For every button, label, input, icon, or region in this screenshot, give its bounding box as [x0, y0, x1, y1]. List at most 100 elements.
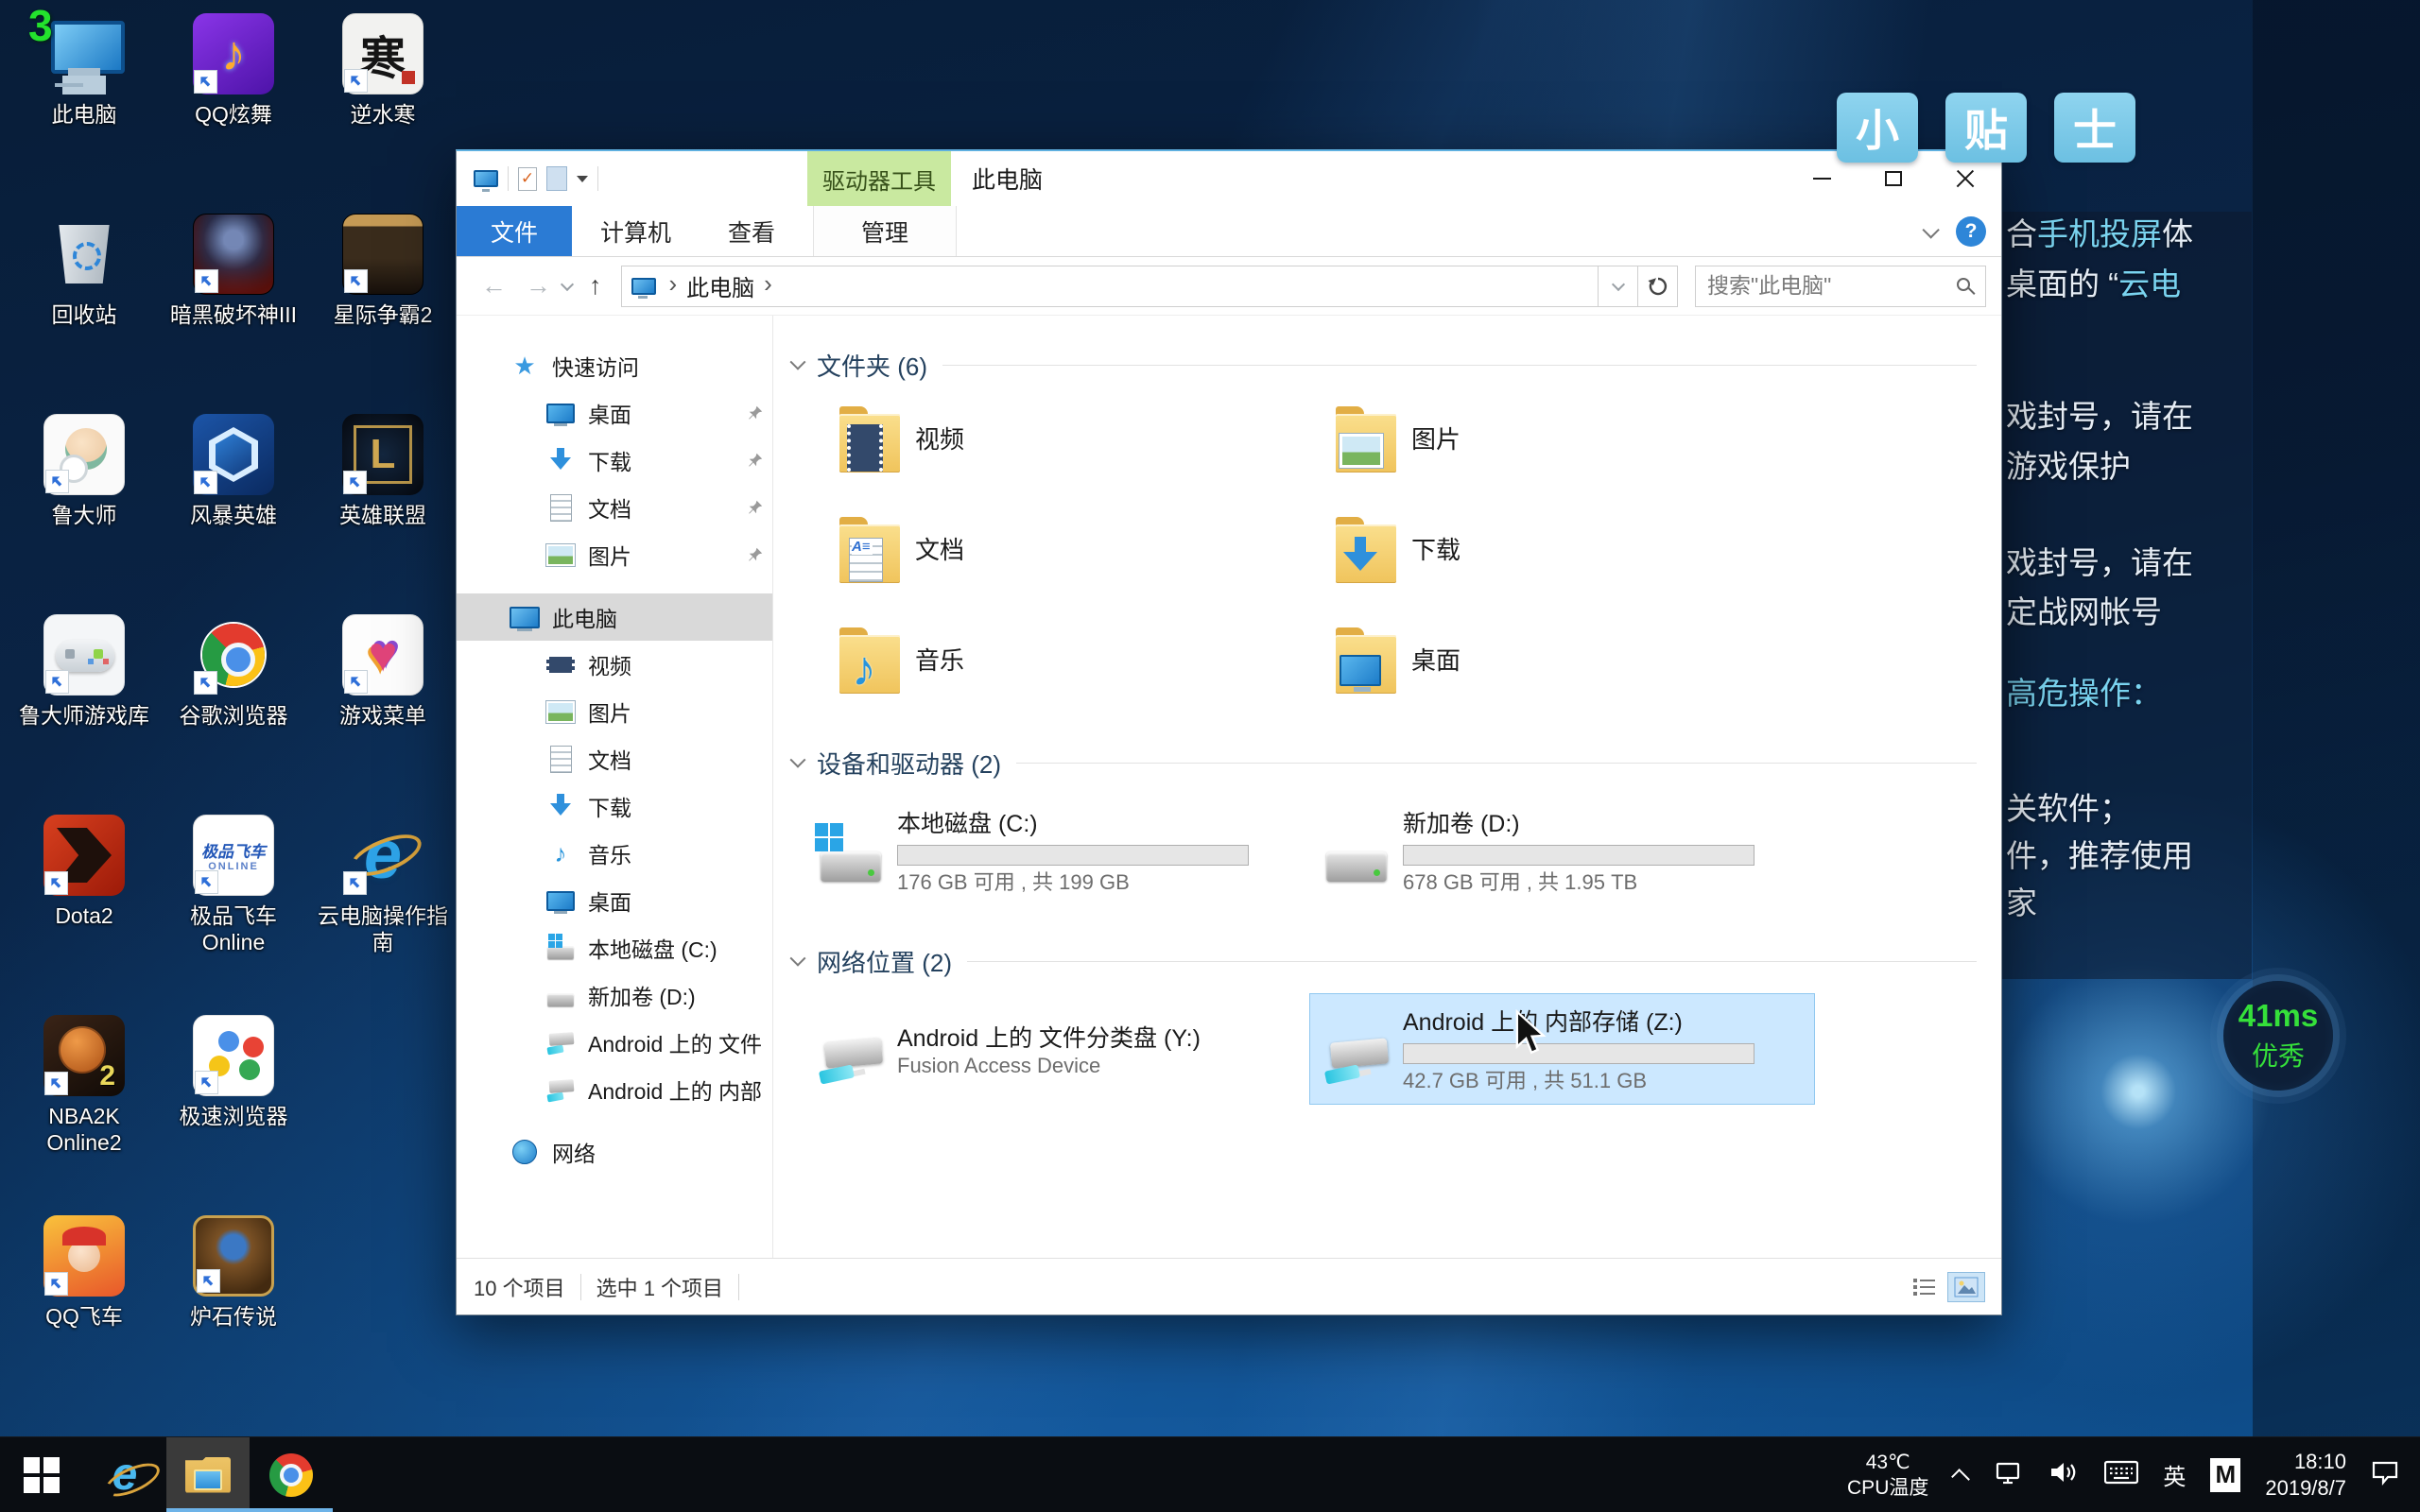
taskbar-explorer-button[interactable]	[166, 1437, 250, 1512]
network-drive-item[interactable]: Android 上的 文件分类盘 (Y:) Fusion Access Devi…	[804, 993, 1309, 1105]
sidebar-item[interactable]: 文档	[457, 484, 772, 531]
folder-overlay-icon	[849, 538, 883, 582]
desktop-icon[interactable]: 极品飞车Online	[160, 807, 307, 1007]
folder-item[interactable]: 视频	[839, 403, 1336, 473]
address-dropdown-button[interactable]	[1599, 266, 1638, 307]
desktop-icon[interactable]: 回收站	[10, 206, 158, 406]
sidebar-item[interactable]: 新加卷 (D:)	[457, 971, 772, 1019]
breadcrumb-location[interactable]: 此电脑	[686, 269, 754, 302]
start-button[interactable]	[0, 1437, 83, 1512]
desktop-icon[interactable]: Dota2	[10, 807, 158, 1007]
section-header[interactable]: 文件夹 (6)	[792, 348, 1982, 382]
tips-overlay-text: 合手机投屏体 桌面的 “云电 戏封号，请在 游戏保护 戏封号，请在 定战网帐号 …	[2006, 215, 2247, 922]
desktop-icon-label: 风暴英雄	[190, 502, 277, 528]
tips-badge[interactable]: 小	[1837, 93, 1918, 163]
breadcrumb-separator[interactable]: ›	[754, 269, 782, 302]
collapse-section-icon[interactable]	[790, 951, 806, 967]
sidebar-item[interactable]: 此电脑	[457, 593, 772, 641]
sidebar-item[interactable]: Android 上的 内部	[457, 1066, 772, 1113]
volume-tray-icon[interactable]	[2048, 1458, 2080, 1491]
sidebar-item[interactable]: 下载	[457, 437, 772, 484]
desktop-icon-label: Dota2	[55, 902, 112, 929]
shortcut-arrow-icon	[45, 470, 69, 493]
expand-ribbon-icon[interactable]	[1922, 221, 1939, 238]
desktop-icon[interactable]: QQ炫舞	[160, 6, 307, 206]
details-view-button[interactable]	[1907, 1273, 1943, 1301]
collapse-section-icon[interactable]	[790, 752, 806, 768]
tips-badge[interactable]: 贴	[1945, 93, 2027, 163]
tab-view[interactable]: 查看	[700, 206, 804, 256]
folder-item[interactable]: 音乐	[839, 624, 1336, 695]
tips-badge[interactable]: 士	[2054, 93, 2135, 163]
ime-mode-badge[interactable]: M	[2210, 1458, 2240, 1492]
desktop-icon[interactable]: 游戏菜单	[309, 607, 457, 807]
tab-file[interactable]: 文件	[457, 206, 572, 256]
desktop-icon-label: 谷歌浏览器	[180, 702, 288, 729]
sidebar-item[interactable]: 快速访问	[457, 342, 772, 389]
tab-manage[interactable]: 管理	[813, 206, 957, 256]
network-tray-icon[interactable]	[1993, 1458, 2023, 1491]
action-center-icon[interactable]	[2371, 1459, 2399, 1490]
folder-item[interactable]: 桌面	[1336, 624, 1832, 695]
desktop-icon[interactable]: 风暴英雄	[160, 406, 307, 607]
sidebar-item[interactable]: Android 上的 文件	[457, 1019, 772, 1066]
desktop-icon[interactable]: 鲁大师游戏库	[10, 607, 158, 807]
desktop-icon[interactable]: 谷歌浏览器	[160, 607, 307, 807]
desktop-icon[interactable]: 鲁大师	[10, 406, 158, 607]
section-header[interactable]: 设备和驱动器 (2)	[792, 746, 1982, 780]
desktop-icon[interactable]: 炉石传说	[160, 1208, 307, 1408]
desktop-icon[interactable]: 极速浏览器	[160, 1007, 307, 1208]
recent-locations-icon[interactable]	[561, 277, 574, 290]
ime-language-indicator[interactable]: 英	[2163, 1458, 2186, 1491]
drive-item[interactable]: 新加卷 (D:) 678 GB 可用 , 共 1.95 TB	[1309, 795, 1815, 906]
search-input[interactable]	[1696, 273, 1951, 299]
section-header[interactable]: 网络位置 (2)	[792, 944, 1982, 978]
thumbnail-view-button[interactable]	[1948, 1273, 1984, 1301]
explorer-window: ✓ 驱动器工具 此电脑 文件 计算机 查看 管理 ? ← → ↑ › 此电脑	[456, 149, 2002, 1315]
qat-dropdown-icon[interactable]	[577, 176, 588, 182]
refresh-button[interactable]	[1638, 266, 1678, 307]
desktop-icon[interactable]: 星际争霸2	[309, 206, 457, 406]
collapse-section-icon[interactable]	[790, 354, 806, 370]
sidebar-item[interactable]: 网络	[457, 1128, 772, 1176]
network-drive-item[interactable]: Android 上的 内部存储 (Z:) 42.7 GB 可用 , 共 51.1…	[1309, 993, 1815, 1105]
new-folder-icon[interactable]	[546, 166, 567, 191]
show-hidden-icons-chevron[interactable]	[1951, 1469, 1970, 1487]
folder-item[interactable]: 图片	[1336, 403, 1832, 473]
search-icon[interactable]	[1957, 278, 1970, 291]
tab-computer[interactable]: 计算机	[572, 206, 700, 256]
keyboard-tray-icon[interactable]	[2104, 1459, 2138, 1490]
desktop-icon[interactable]: 英雄联盟	[309, 406, 457, 607]
cpu-temp-widget[interactable]: 43℃ CPU温度	[1847, 1450, 1928, 1501]
desktop-icon[interactable]: QQ飞车	[10, 1208, 158, 1408]
sidebar-item[interactable]: 音乐	[457, 830, 772, 877]
up-button[interactable]: ↑	[579, 271, 612, 301]
sidebar-item[interactable]: 桌面	[457, 389, 772, 437]
folder-item[interactable]: 文档	[839, 513, 1336, 584]
desktop-icon-image	[342, 815, 424, 896]
folder-icon	[839, 404, 900, 472]
desktop-icon[interactable]: 云电脑操作指南	[309, 807, 457, 1007]
folder-item[interactable]: 下载	[1336, 513, 1832, 584]
help-icon[interactable]: ?	[1956, 216, 1986, 247]
forward-button[interactable]: →	[516, 271, 561, 301]
sidebar-item[interactable]: 文档	[457, 735, 772, 782]
desktop-icon[interactable]: 逆水寒	[309, 6, 457, 206]
desktop-icon[interactable]: NBA2K Online2	[10, 1007, 158, 1208]
taskbar-ie-button[interactable]: e	[83, 1437, 166, 1512]
clock[interactable]: 18:10 2019/8/7	[2265, 1449, 2346, 1502]
address-field[interactable]: › 此电脑 ›	[621, 266, 1599, 307]
taskbar-chrome-button[interactable]	[250, 1437, 333, 1512]
sidebar-item[interactable]: 图片	[457, 688, 772, 735]
sidebar-item[interactable]: 本地磁盘 (C:)	[457, 924, 772, 971]
sidebar-item[interactable]: 视频	[457, 641, 772, 688]
sidebar-item[interactable]: 桌面	[457, 877, 772, 924]
desktop-icon[interactable]: 暗黑破坏神III	[160, 206, 307, 406]
back-button[interactable]: ←	[472, 271, 516, 301]
sidebar-item[interactable]: 下载	[457, 782, 772, 830]
divider	[508, 166, 509, 191]
sidebar-item[interactable]: 图片	[457, 531, 772, 578]
drive-item[interactable]: 本地磁盘 (C:) 176 GB 可用 , 共 199 GB	[804, 795, 1309, 906]
ping-indicator[interactable]: 41ms 优秀	[2223, 981, 2333, 1091]
properties-check-icon[interactable]: ✓	[518, 167, 537, 191]
